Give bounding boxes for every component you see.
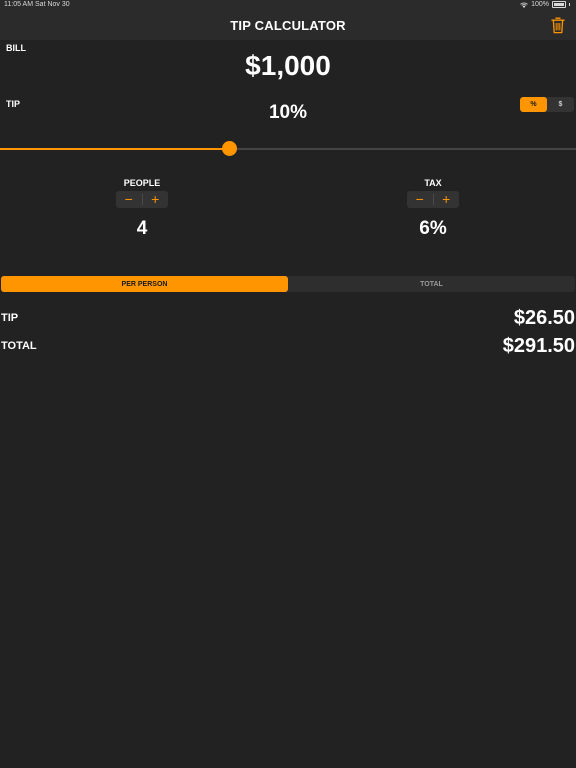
result-tip-value: $26.50 bbox=[513, 307, 575, 329]
wifi-icon bbox=[520, 2, 528, 8]
tax-value: 6% bbox=[419, 218, 447, 239]
tax-stepper: − + bbox=[407, 191, 459, 208]
result-total-label: TOTAL bbox=[1, 340, 37, 352]
people-increment-button[interactable]: + bbox=[143, 191, 169, 208]
per-person-tab[interactable]: PER PERSON bbox=[1, 276, 288, 292]
tax-stepper-group: TAX − + 6% bbox=[373, 178, 493, 240]
navigation-bar: TIP CALCULATOR bbox=[0, 11, 576, 40]
status-time-date: 11:05 AM Sat Nov 30 bbox=[4, 1, 70, 8]
people-stepper-group: PEOPLE − + 4 bbox=[82, 178, 202, 240]
status-right: 100% bbox=[520, 1, 570, 8]
tip-mode-percent-button[interactable]: % bbox=[520, 97, 547, 112]
page-title: TIP CALCULATOR bbox=[230, 18, 346, 33]
tip-percentage-value: 10% bbox=[268, 102, 308, 123]
people-stepper: − + bbox=[116, 191, 168, 208]
result-total-value: $291.50 bbox=[502, 335, 575, 357]
battery-tip bbox=[569, 3, 570, 6]
battery-icon bbox=[552, 1, 566, 8]
result-tip-label: TIP bbox=[1, 312, 19, 324]
tip-slider[interactable] bbox=[0, 141, 576, 156]
tax-increment-button[interactable]: + bbox=[434, 191, 460, 208]
result-view-segmented-control: PER PERSON TOTAL bbox=[1, 276, 575, 292]
status-bar: 11:05 AM Sat Nov 30 100% bbox=[0, 0, 576, 11]
tax-label: TAX bbox=[424, 178, 442, 188]
slider-thumb[interactable] bbox=[222, 141, 237, 156]
slider-track bbox=[230, 148, 576, 150]
trash-icon[interactable] bbox=[551, 17, 565, 34]
bill-amount[interactable]: $1,000 bbox=[0, 50, 576, 82]
tip-mode-dollar-button[interactable]: $ bbox=[547, 97, 574, 112]
total-tab[interactable]: TOTAL bbox=[288, 276, 575, 292]
tip-mode-segmented-control: % $ bbox=[520, 97, 574, 112]
slider-fill bbox=[0, 148, 230, 150]
battery-percent: 100% bbox=[531, 1, 549, 8]
people-value: 4 bbox=[136, 218, 148, 239]
people-label: PEOPLE bbox=[123, 178, 161, 188]
tax-decrement-button[interactable]: − bbox=[407, 191, 433, 208]
people-decrement-button[interactable]: − bbox=[116, 191, 142, 208]
